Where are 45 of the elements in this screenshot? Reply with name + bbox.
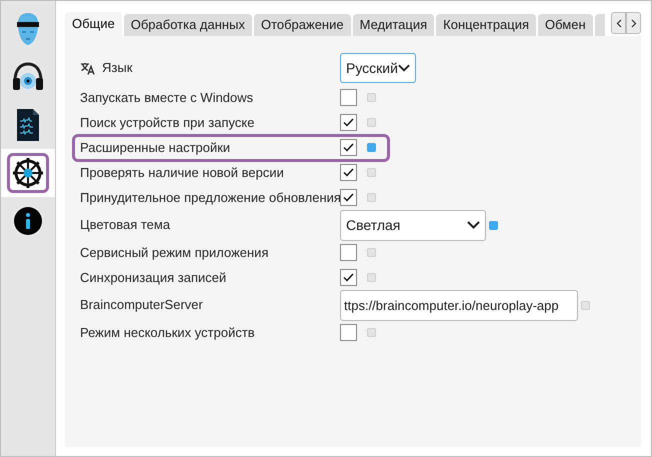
setting-label: Поиск устройств при запуске [80, 114, 254, 132]
setting-label: Синхронизация записей [80, 268, 226, 287]
checkbox[interactable] [340, 244, 357, 261]
scroll-right-button[interactable] [626, 12, 641, 34]
tab[interactable]: Обработка данных [124, 14, 252, 36]
input-field[interactable]: ttps://braincomputer.io/neuroplay-app [340, 290, 578, 320]
setting-label: Сервисный режим приложения [80, 244, 268, 262]
checkbox[interactable] [340, 139, 357, 156]
setting-label: Расширенные настройки [80, 138, 230, 157]
translate-icon [80, 62, 96, 74]
chevron-down-icon [467, 221, 480, 229]
checkbox[interactable] [340, 269, 357, 286]
checkmark-icon [343, 193, 354, 202]
document-icon [15, 108, 41, 142]
scroll-left-button[interactable] [611, 12, 626, 34]
setting-label: Принудительное предложение обновления [80, 188, 341, 207]
checkmark-icon [343, 273, 354, 282]
headphones-icon [11, 61, 45, 93]
chevron-down-icon [398, 64, 410, 72]
dropdown[interactable]: Русский [340, 53, 416, 83]
setting-label: Режим нескольких устройств [80, 324, 255, 342]
checkbox[interactable] [340, 164, 357, 181]
info-icon [13, 206, 43, 236]
dropdown[interactable]: Светлая [340, 210, 486, 240]
tab[interactable]: Медитация [352, 14, 434, 36]
tab[interactable]: Концентрация [436, 14, 536, 36]
checkbox[interactable] [340, 324, 357, 341]
sidebar-item[interactable] [1, 149, 55, 197]
setting-label: Проверять наличие новой версии [80, 164, 284, 182]
checkbox[interactable] [340, 89, 357, 106]
chevron-left-icon [616, 18, 622, 28]
checkbox[interactable] [340, 189, 357, 206]
checkbox[interactable] [340, 114, 357, 131]
setting-label: BraincomputerServer [80, 296, 203, 314]
checkmark-icon [343, 143, 354, 152]
gear-icon [12, 157, 44, 189]
chevron-right-icon [630, 18, 636, 28]
setting-label: Язык [102, 59, 132, 78]
tab[interactable]: Общие [65, 12, 122, 36]
checkmark-icon [343, 118, 354, 127]
setting-label: Запускать вместе с Windows [80, 88, 254, 107]
setting-label: Цветовая тема [80, 216, 170, 234]
tab[interactable]: Обмен [538, 14, 593, 36]
checkmark-icon [343, 168, 354, 177]
tab[interactable]: Отображение [254, 14, 351, 36]
